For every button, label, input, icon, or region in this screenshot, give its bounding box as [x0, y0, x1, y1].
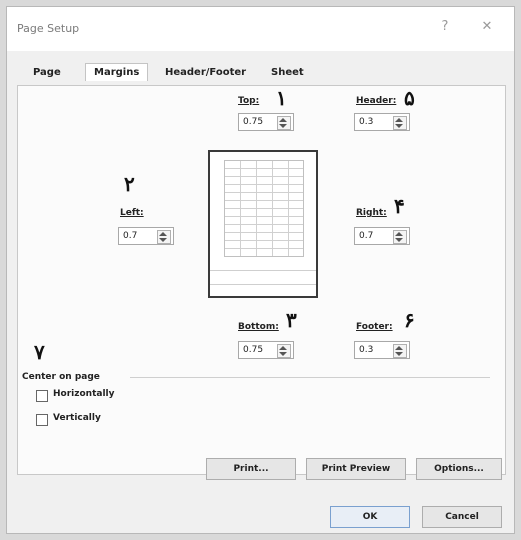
- page-preview: [208, 150, 318, 298]
- left-label: Left:: [120, 208, 144, 218]
- tab-sheet[interactable]: Sheet: [271, 67, 304, 78]
- annotation-3: ۳: [286, 308, 297, 332]
- spinner-arrows-icon[interactable]: [277, 344, 291, 358]
- horizontally-label: Horizontally: [53, 389, 115, 399]
- tab-strip: Page Margins Header/Footer Sheet: [17, 57, 504, 85]
- tab-page[interactable]: Page: [33, 67, 61, 78]
- annotation-7: ۷: [34, 340, 45, 364]
- footer-value: 0.3: [359, 345, 374, 355]
- close-button[interactable]: ✕: [477, 19, 497, 34]
- footer-label: Footer:: [356, 322, 393, 332]
- header-label: Header:: [356, 96, 397, 106]
- help-button[interactable]: ?: [435, 19, 455, 34]
- spinner-arrows-icon[interactable]: [157, 230, 171, 244]
- cancel-button[interactable]: Cancel: [422, 506, 502, 528]
- bottom-label: Bottom:: [238, 322, 279, 332]
- right-label: Right:: [356, 208, 387, 218]
- right-value: 0.7: [359, 231, 374, 241]
- top-spinner[interactable]: 0.75: [238, 113, 294, 131]
- spinner-arrows-icon[interactable]: [393, 116, 407, 130]
- spinner-arrows-icon[interactable]: [393, 230, 407, 244]
- vertically-checkbox[interactable]: [36, 414, 48, 426]
- print-button[interactable]: Print...: [206, 458, 296, 480]
- options-button[interactable]: Options...: [416, 458, 502, 480]
- left-value: 0.7: [123, 231, 138, 241]
- dialog-title: Page Setup: [17, 22, 80, 35]
- spinner-arrows-icon[interactable]: [393, 344, 407, 358]
- bottom-spinner[interactable]: 0.75: [238, 341, 294, 359]
- header-spinner[interactable]: 0.3: [354, 113, 410, 131]
- center-on-page-title: Center on page: [22, 372, 100, 382]
- ok-button[interactable]: OK: [330, 506, 410, 528]
- left-spinner[interactable]: 0.7: [118, 227, 174, 245]
- preview-bottom-line: [210, 284, 316, 285]
- tab-header-footer[interactable]: Header/Footer: [165, 67, 246, 78]
- annotation-5: ۵: [404, 86, 415, 110]
- top-value: 0.75: [243, 117, 264, 127]
- spinner-arrows-icon[interactable]: [277, 116, 291, 130]
- annotation-1: ۱: [276, 86, 287, 110]
- bottom-value: 0.75: [243, 345, 264, 355]
- header-value: 0.3: [359, 117, 374, 127]
- annotation-2: ۲: [124, 172, 135, 196]
- preview-footer-line: [210, 270, 316, 271]
- annotation-4: ۴: [394, 194, 405, 218]
- title-bar: Page Setup ? ✕: [7, 7, 514, 51]
- top-label: Top:: [238, 96, 260, 106]
- section-divider: [130, 377, 490, 378]
- footer-spinner[interactable]: 0.3: [354, 341, 410, 359]
- preview-grid: [224, 160, 304, 257]
- tab-margins[interactable]: Margins: [85, 63, 149, 81]
- vertically-label: Vertically: [53, 413, 101, 423]
- horizontally-checkbox[interactable]: [36, 390, 48, 402]
- annotation-6: ۶: [404, 308, 415, 332]
- right-spinner[interactable]: 0.7: [354, 227, 410, 245]
- print-preview-button[interactable]: Print Preview: [306, 458, 406, 480]
